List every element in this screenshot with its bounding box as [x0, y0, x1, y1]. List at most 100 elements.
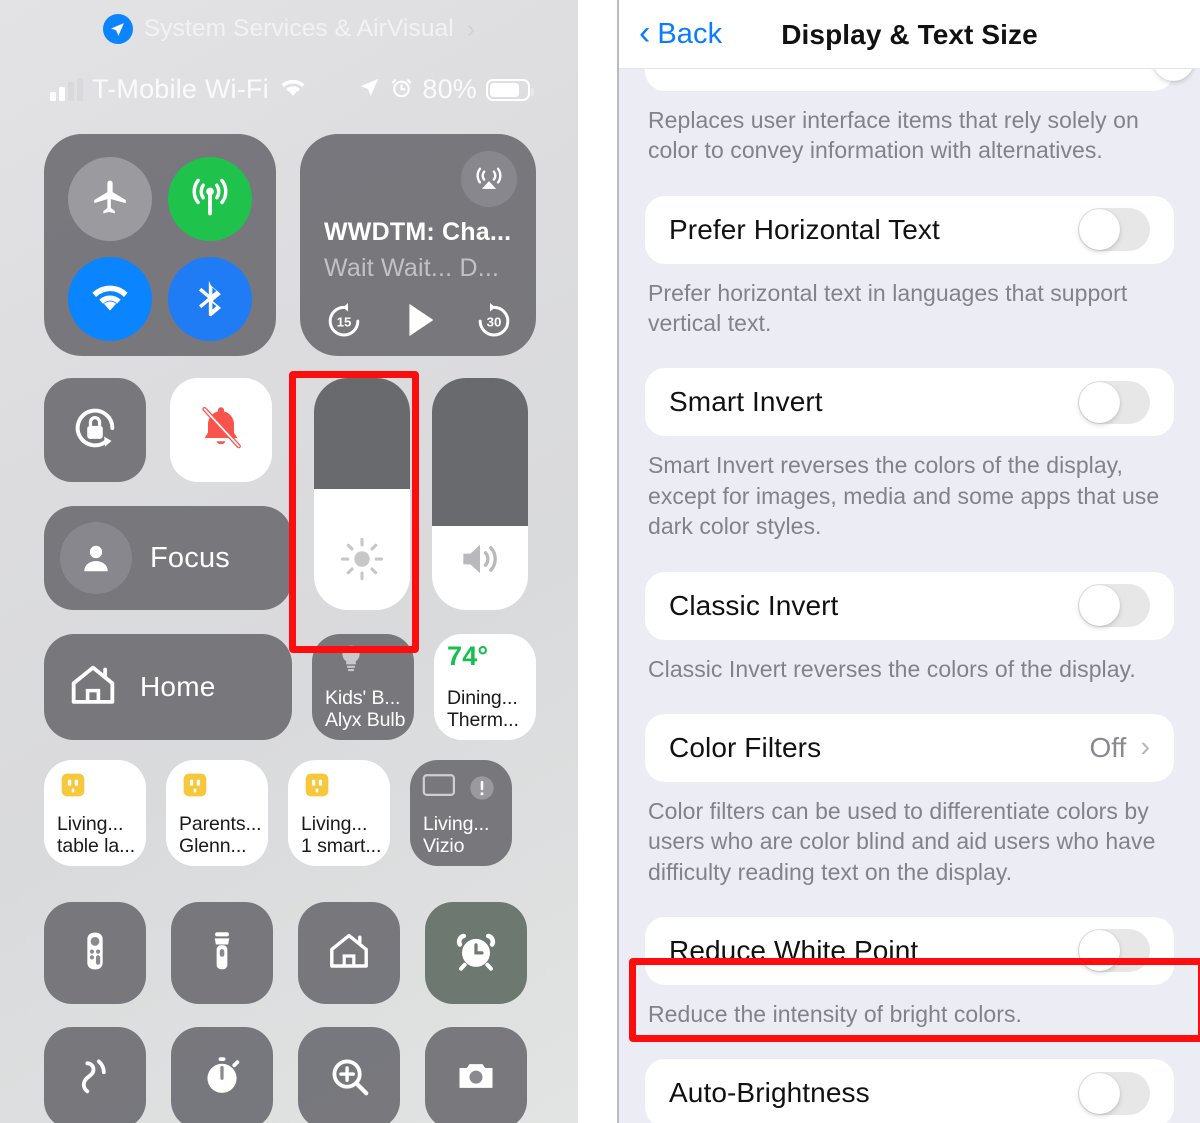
- silent-mode-button[interactable]: [170, 378, 272, 482]
- smart-invert-toggle[interactable]: [1078, 380, 1150, 424]
- settings-list: Replaces user interface items that rely …: [619, 40, 1200, 1123]
- flashlight-button[interactable]: [171, 902, 273, 1004]
- home-tile[interactable]: Home: [44, 634, 292, 740]
- now-playing-tile[interactable]: WWDTM: Cha... Wait Wait... D... 15 30: [300, 134, 536, 356]
- row-description: Smart Invert reverses the colors of the …: [648, 452, 1160, 540]
- bulb-tile[interactable]: Kids' B... Alyx Bulb: [312, 634, 414, 740]
- rotation-lock-icon: [69, 402, 121, 459]
- power-outlet-icon: [301, 769, 333, 806]
- timer-button[interactable]: [171, 1027, 273, 1123]
- toggles-cluster: Focus: [44, 378, 292, 610]
- toggles-small-row: [44, 378, 292, 482]
- partial-row-description: Replaces user interface items that rely …: [648, 107, 1139, 164]
- toggle-knob: [1079, 930, 1120, 972]
- row-color-filters[interactable]: Color Filters Off ›: [645, 713, 1174, 782]
- cc-row-accessories: Living... table la... Parents... Glenn..…: [44, 760, 536, 866]
- accessory-line2: table la...: [57, 835, 136, 858]
- control-center-panel: System Services & AirVisual › T-Mobile W…: [0, 0, 578, 1123]
- cc-row-connectivity-media: WWDTM: Cha... Wait Wait... D... 15 30: [44, 134, 536, 356]
- cc-row-shortcuts-2: [44, 1027, 536, 1123]
- bluetooth-icon: [190, 277, 230, 322]
- svg-text:15: 15: [337, 315, 352, 330]
- accessory-tile[interactable]: Living... 1 smart...: [288, 760, 390, 866]
- accessory-tile[interactable]: Parents... Glenn...: [166, 760, 268, 866]
- brightness-slider[interactable]: [314, 378, 410, 610]
- toggle-knob: [1079, 381, 1120, 423]
- focus-button[interactable]: Focus: [44, 506, 292, 610]
- toggle-knob: [1079, 585, 1120, 627]
- alarm-clock-icon: [390, 76, 413, 104]
- row-prefer-horizontal-text[interactable]: Prefer Horizontal Text: [645, 195, 1174, 264]
- timer-icon: [199, 1053, 245, 1104]
- hearing-icon: [72, 1053, 118, 1104]
- home-label: Home: [140, 671, 216, 702]
- accessory-line2: Glenn...: [179, 835, 247, 858]
- airplane-mode-icon: [89, 176, 131, 223]
- row-classic-invert[interactable]: Classic Invert: [645, 571, 1174, 640]
- row-description: Color filters can be used to differentia…: [648, 797, 1156, 885]
- status-bar: T-Mobile Wi-Fi 80%: [0, 68, 578, 118]
- volume-slider[interactable]: [432, 378, 528, 610]
- row-smart-invert[interactable]: Smart Invert: [645, 368, 1174, 437]
- row-auto-brightness[interactable]: Auto-Brightness: [645, 1059, 1174, 1123]
- status-bar-left: T-Mobile Wi-Fi: [50, 74, 308, 105]
- cellular-bars-icon: [50, 77, 83, 101]
- accessory-labels: Living... 1 smart...: [301, 813, 381, 858]
- row-reduce-white-point[interactable]: Reduce White Point: [645, 916, 1174, 985]
- cc-row-home: Home Kids' B... Alyx Bulb 74° Dining... …: [44, 634, 536, 740]
- hearing-button[interactable]: [44, 1027, 146, 1123]
- accessory-tile[interactable]: Living... Vizio: [410, 760, 512, 866]
- row-label: Auto-Brightness: [669, 1077, 870, 1109]
- alarm-button[interactable]: [425, 902, 527, 1004]
- accessory-labels: Living... Vizio: [423, 813, 489, 858]
- wifi-button[interactable]: [68, 257, 152, 341]
- row-label: Reduce White Point: [669, 934, 919, 966]
- accessory-line1: Living...: [57, 812, 124, 835]
- wifi-icon: [278, 76, 308, 103]
- magnifier-button[interactable]: [298, 1027, 400, 1123]
- partial-row-above[interactable]: [645, 40, 1194, 91]
- row-description: Classic Invert reverses the colors of th…: [648, 655, 1136, 682]
- thermostat-temperature: 74°: [447, 641, 489, 671]
- volume-slider-fill: [432, 378, 528, 527]
- accessory-line1: Living...: [423, 812, 490, 835]
- accessory-labels: Living... table la...: [57, 813, 135, 858]
- row-label: Classic Invert: [669, 589, 839, 621]
- airplane-mode-button[interactable]: [68, 157, 152, 241]
- location-arrow-icon: [358, 76, 381, 104]
- system-services-banner[interactable]: System Services & AirVisual ›: [0, 6, 578, 52]
- auto-brightness-toggle[interactable]: [1078, 1071, 1150, 1115]
- row-label: Color Filters: [669, 731, 822, 763]
- accessory-tile[interactable]: Living... table la...: [44, 760, 146, 866]
- rotation-lock-button[interactable]: [44, 378, 146, 482]
- apple-tv-remote-button[interactable]: [44, 902, 146, 1004]
- bulb-labels: Kids' B... Alyx Bulb: [325, 687, 405, 732]
- camera-button[interactable]: [425, 1027, 527, 1123]
- bulb-line1: Kids' B...: [325, 686, 401, 709]
- home-app-button[interactable]: [298, 902, 400, 1004]
- rewind-15-button[interactable]: 15: [324, 300, 364, 345]
- color-filters-value: Off: [1089, 731, 1127, 763]
- bluetooth-button[interactable]: [168, 257, 252, 341]
- play-icon[interactable]: [396, 297, 442, 348]
- location-arrow-icon: [102, 14, 133, 44]
- accessory-line2: Vizio: [423, 835, 465, 858]
- airplay-audio-icon[interactable]: [461, 151, 517, 207]
- control-center-grid: WWDTM: Cha... Wait Wait... D... 15 30 Fo…: [44, 134, 536, 1123]
- chevron-right-icon: ›: [466, 14, 476, 43]
- thermostat-tile[interactable]: 74° Dining... Therm...: [434, 634, 536, 740]
- banner-label: System Services & AirVisual: [143, 15, 454, 42]
- reduce-white-point-toggle[interactable]: [1078, 929, 1150, 973]
- forward-30-button[interactable]: 30: [474, 300, 514, 345]
- battery-percent-label: 80%: [422, 74, 477, 104]
- flashlight-icon: [199, 928, 245, 979]
- prefer-horizontal-text-toggle[interactable]: [1078, 208, 1150, 252]
- thermostat-line1: Dining...: [447, 686, 518, 709]
- chevron-right-icon: ›: [1140, 731, 1150, 764]
- classic-invert-toggle[interactable]: [1078, 584, 1150, 628]
- home-app-icon: [325, 927, 373, 980]
- cellular-data-button[interactable]: [168, 157, 252, 241]
- battery-icon: [486, 78, 534, 101]
